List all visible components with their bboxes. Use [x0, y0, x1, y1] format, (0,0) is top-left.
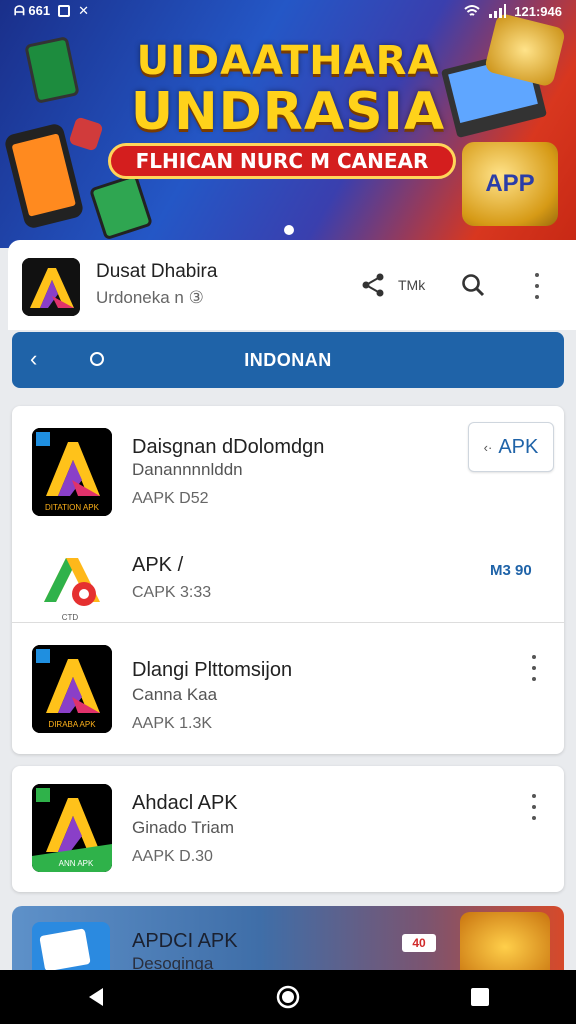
list-item[interactable]: CTD APK / CAPK 3:33 — [12, 524, 564, 622]
app-meta: AAPK D.30 — [132, 848, 213, 865]
home-button[interactable] — [268, 977, 308, 1017]
list-item[interactable]: DIRABA APK Dlangi Plttomsijon Canna Kaa … — [12, 623, 564, 753]
promo-banner[interactable]: APP UIDAATHARA UNDRASIA FLHICAN NURC M C… — [0, 0, 576, 248]
icon-caption: CTD — [62, 613, 79, 622]
recents-button[interactable] — [460, 977, 500, 1017]
more-options-icon[interactable] — [524, 794, 544, 820]
home-circle-icon — [276, 985, 300, 1009]
app-title: APDCI APK — [132, 930, 238, 952]
list-item[interactable]: ANN APK Ahdacl APK Ginado Triam AAPK D.3… — [12, 766, 564, 892]
app-list-card: DITATION APK Daisgnan dDolomdgn Danannnn… — [12, 406, 564, 754]
promo-tag: 40 — [402, 934, 436, 952]
app-jar-illustration: APP — [462, 142, 558, 226]
app-title: Ahdacl APK — [132, 792, 238, 814]
app-subtitle: Ginado Triam — [132, 818, 235, 837]
tools-icon: ✕ — [78, 3, 89, 18]
banner-title: UIDAATHARA — [136, 38, 440, 84]
recents-square-icon — [471, 988, 489, 1006]
button-prefix: ‹· — [483, 439, 493, 455]
app-meta: AAPK D52 — [132, 490, 209, 507]
app-icon: DIRABA APK — [32, 645, 112, 733]
app-icon: DITATION APK — [32, 428, 112, 516]
app-title: Dlangi Plttomsijon — [132, 659, 293, 681]
back-triangle-icon — [89, 988, 103, 1006]
icon-caption: DIRABA APK — [48, 720, 96, 729]
status-bar: ᗩ 661 ✕ 121:946 — [0, 0, 576, 22]
signal-icon — [489, 4, 507, 18]
app-meta: CAPK 3:33 — [132, 584, 212, 601]
phone-illustration — [88, 173, 154, 241]
jar-illustration — [460, 912, 550, 976]
app-logo — [22, 258, 80, 316]
app-subtitle: Danannnnlddn — [132, 460, 243, 479]
app-list-card: ANN APK Ahdacl APK Ginado Triam AAPK D.3… — [12, 766, 564, 892]
system-nav-bar — [0, 970, 576, 1024]
icon-caption: DITATION APK — [45, 503, 100, 512]
share-label: TMk — [398, 277, 426, 293]
share-icon[interactable] — [358, 270, 388, 300]
app-title: APK / — [132, 554, 184, 576]
clock: 121:946 — [514, 3, 562, 19]
app-subtitle: Canna Kaa — [132, 685, 218, 704]
app-title: Daisgnan dDolomdgn — [132, 436, 325, 458]
status-text: ᗩ 661 — [14, 3, 51, 18]
app-icon: ANN APK — [32, 784, 112, 872]
banner-title: UNDRASIA — [130, 82, 446, 142]
list-item[interactable]: DITATION APK Daisgnan dDolomdgn Danannnn… — [12, 406, 564, 524]
back-button[interactable] — [76, 977, 116, 1017]
app-name: Dusat Dhabira — [96, 261, 218, 282]
more-options-icon[interactable] — [524, 655, 544, 681]
app-icon — [32, 922, 110, 976]
app-header: Dusat Dhabira Urdoneka n ③ TMk — [8, 240, 576, 330]
icon-caption: ANN APK — [59, 859, 94, 868]
carousel-indicator[interactable] — [284, 225, 294, 235]
screen: APP UIDAATHARA UNDRASIA FLHICAN NURC M C… — [0, 0, 576, 1024]
wifi-icon — [464, 5, 480, 16]
app-icon: CTD — [32, 542, 112, 630]
apk-download-button[interactable]: ‹· APK — [468, 422, 554, 472]
apk-button-label: APK — [498, 435, 539, 458]
category-bar: ‹ INDONAN — [12, 332, 564, 388]
app-meta: AAPK 1.3K — [132, 715, 213, 732]
notification-icon — [58, 5, 71, 17]
app-developer: Urdoneka n ③ — [96, 288, 204, 307]
jar-label: APP — [485, 170, 535, 197]
search-icon[interactable] — [458, 270, 488, 300]
category-title[interactable]: INDONAN — [12, 350, 564, 371]
more-options-icon[interactable] — [527, 273, 547, 299]
featured-card[interactable]: APDCI APK Desoginga 40 — [12, 906, 564, 976]
version-badge: M3 90 — [490, 562, 532, 579]
banner-ribbon: FLHICAN NURC M CANEAR — [108, 143, 456, 179]
